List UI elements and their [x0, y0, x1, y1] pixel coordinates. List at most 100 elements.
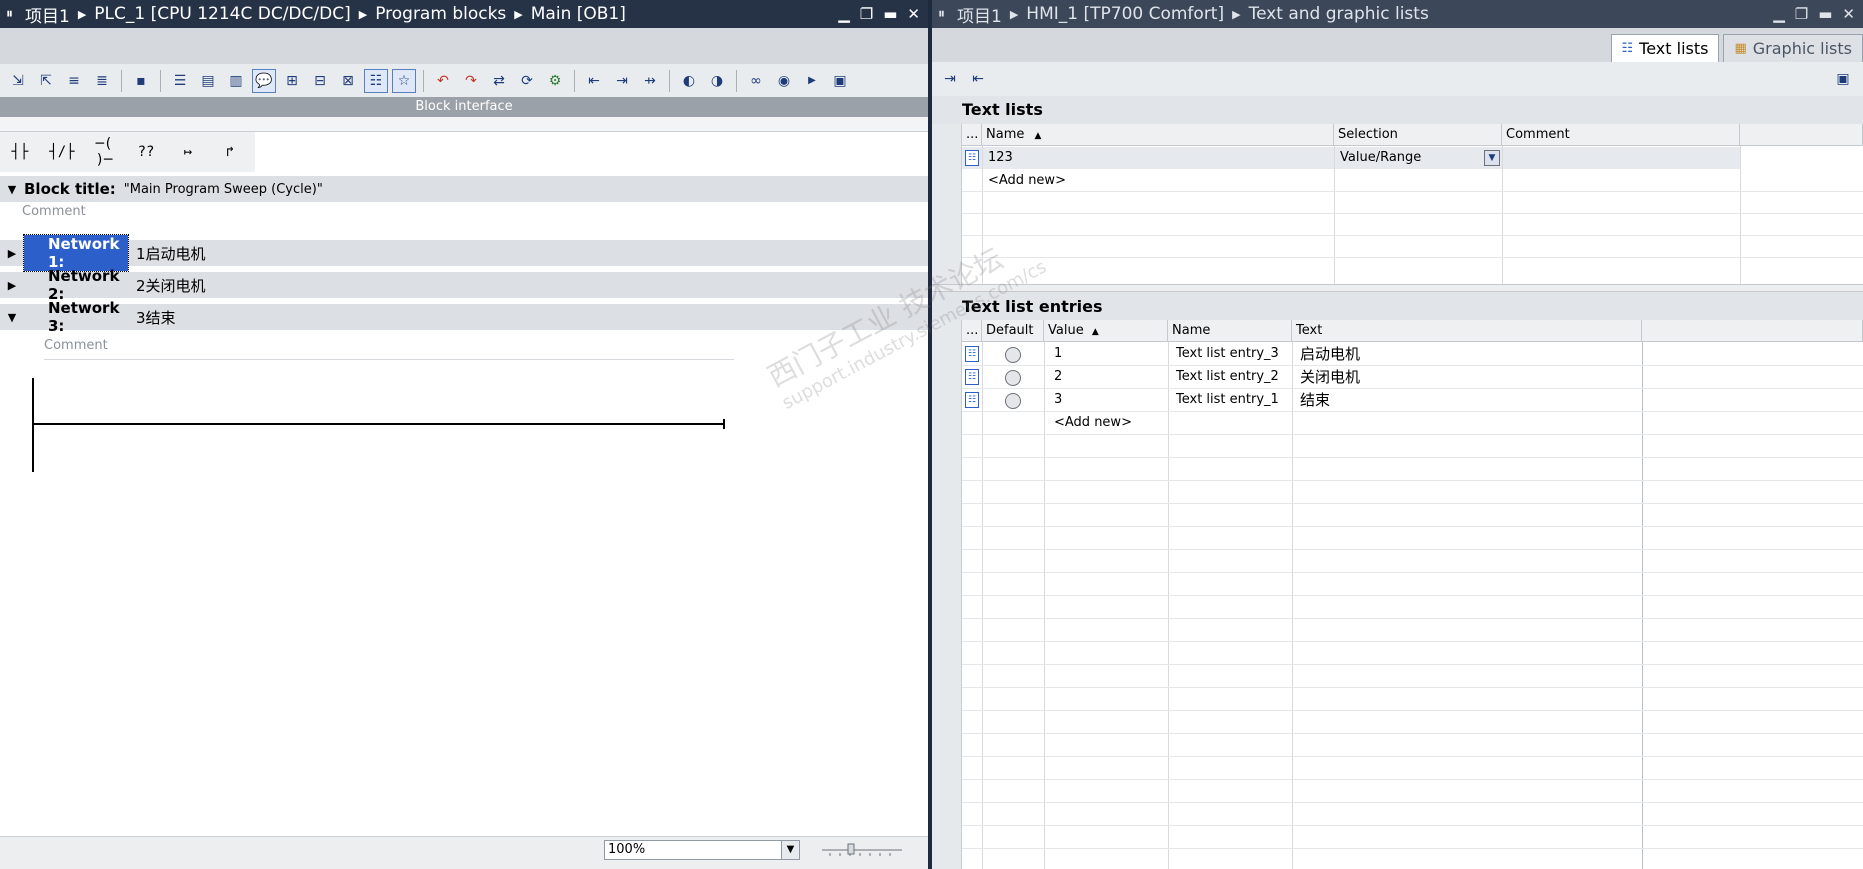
- col-header-dots[interactable]: ...: [962, 320, 982, 342]
- block-comment[interactable]: Comment: [22, 204, 86, 219]
- minimize-icon[interactable]: ▁: [838, 5, 850, 23]
- first-icon[interactable]: ⇤: [582, 69, 606, 93]
- empty-box-icon[interactable]: ??: [132, 144, 160, 160]
- splitter[interactable]: [0, 117, 928, 132]
- step-icon[interactable]: ⇥: [610, 69, 634, 93]
- col-header-dots[interactable]: ...: [962, 124, 982, 146]
- add-new-entry[interactable]: <Add new>: [1050, 412, 1132, 434]
- star-icon[interactable]: ☆: [392, 68, 416, 93]
- entry-value[interactable]: 3: [1050, 389, 1062, 411]
- default-radio[interactable]: [1005, 393, 1021, 409]
- entry-text[interactable]: 结束: [1296, 389, 1330, 411]
- text-list-selection[interactable]: Value/Range: [1336, 147, 1421, 169]
- breadcrumb-project[interactable]: 项目1: [19, 2, 76, 27]
- compile-icon[interactable]: ⚙: [543, 69, 567, 93]
- expand-triangle-icon[interactable]: ▶: [0, 279, 24, 292]
- monitor-off-icon[interactable]: ◑: [705, 69, 729, 93]
- network-2-label[interactable]: Network 2:: [24, 267, 128, 303]
- entry-text[interactable]: 关闭电机: [1296, 366, 1360, 388]
- compare-icon[interactable]: ⇄: [487, 69, 511, 93]
- open-all-icon[interactable]: ▤: [196, 69, 220, 93]
- minimize-icon[interactable]: ▁: [1773, 5, 1785, 23]
- network-2-title[interactable]: 2关闭电机: [128, 275, 206, 296]
- close-icon[interactable]: ✕: [907, 5, 920, 23]
- insert-row-icon[interactable]: ≡: [62, 69, 86, 93]
- watch-icon[interactable]: ◉: [772, 69, 796, 93]
- export-icon[interactable]: ⇥: [938, 67, 962, 91]
- breadcrumb-main-block[interactable]: Main [OB1]: [525, 4, 632, 24]
- block-title-value[interactable]: "Main Program Sweep (Cycle)": [124, 182, 323, 197]
- network-3-title[interactable]: 3结束: [128, 307, 176, 328]
- default-radio[interactable]: [1005, 370, 1021, 386]
- favorites-icon[interactable]: ⊟: [308, 69, 332, 93]
- coil-icon[interactable]: ─( )─: [90, 136, 118, 168]
- col-header-selection[interactable]: Selection: [1334, 124, 1502, 146]
- breadcrumb-plc[interactable]: PLC_1 [CPU 1214C DC/DC/DC]: [88, 4, 356, 24]
- chevron-down-icon[interactable]: ▼: [1484, 150, 1500, 166]
- pin-icon[interactable]: ⏸: [0, 6, 19, 22]
- block-title-row[interactable]: ▼ Block title: "Main Program Sweep (Cycl…: [0, 176, 928, 202]
- last-icon[interactable]: ⇸: [638, 69, 662, 93]
- tab-text-lists[interactable]: ☷ Text lists: [1610, 34, 1720, 62]
- collapse-triangle-icon[interactable]: ▼: [0, 183, 24, 196]
- add-new-text-list[interactable]: <Add new>: [984, 170, 1066, 192]
- entry-text[interactable]: 启动电机: [1296, 343, 1360, 365]
- col-header-name[interactable]: Name: [1168, 320, 1292, 342]
- open-branch-icon[interactable]: ↦: [174, 144, 202, 160]
- list-view-icon[interactable]: ☷: [364, 68, 388, 93]
- tab-graphic-lists[interactable]: ▦ Graphic lists: [1723, 34, 1863, 62]
- breadcrumb-program-blocks[interactable]: Program blocks: [369, 4, 512, 24]
- col-header-value[interactable]: Value ▲: [1044, 320, 1168, 342]
- maximize-icon[interactable]: ▬: [883, 5, 897, 23]
- more-arrow-icon[interactable]: ▶: [800, 69, 824, 93]
- network-2-row[interactable]: ▶ Network 2: 2关闭电机: [0, 267, 928, 303]
- default-radio[interactable]: [1005, 347, 1021, 363]
- text-list-name[interactable]: 123: [984, 147, 1013, 169]
- entry-value[interactable]: 2: [1050, 366, 1062, 388]
- go-error-icon[interactable]: ↶: [431, 69, 455, 93]
- network-1-row[interactable]: ▶ Network 1: 1启动电机: [0, 234, 928, 272]
- network-3-row[interactable]: ▼ Network 3: 3结束: [0, 299, 928, 335]
- update-icon[interactable]: ⟳: [515, 69, 539, 93]
- layout-icon[interactable]: ▣: [828, 69, 852, 93]
- next-error-icon[interactable]: ↷: [459, 69, 483, 93]
- breadcrumb-project[interactable]: 项目1: [951, 2, 1008, 27]
- no-contact-icon[interactable]: ┤├: [6, 144, 34, 160]
- block-interface-bar[interactable]: Block interface: [0, 97, 928, 117]
- col-header-default[interactable]: Default: [982, 320, 1044, 342]
- add-row-icon[interactable]: ≣: [90, 69, 114, 93]
- import-icon[interactable]: ⇤: [966, 67, 990, 91]
- pin-icon[interactable]: ⏸: [932, 6, 951, 22]
- expand-triangle-icon[interactable]: ▶: [0, 247, 24, 260]
- network-3-label[interactable]: Network 3:: [24, 299, 128, 335]
- col-header-text[interactable]: Text: [1292, 320, 1642, 342]
- absolute-operands-icon[interactable]: ⊞: [280, 69, 304, 93]
- zoom-slider[interactable]: [820, 842, 904, 858]
- network-1-title[interactable]: 1启动电机: [128, 243, 206, 264]
- close-all-icon[interactable]: ▥: [224, 69, 248, 93]
- splitter[interactable]: [932, 284, 1863, 292]
- breadcrumb-hmi[interactable]: HMI_1 [TP700 Comfort]: [1020, 4, 1230, 24]
- col-header-name[interactable]: Name ▲: [982, 124, 1334, 146]
- close-icon[interactable]: ✕: [1842, 5, 1855, 23]
- maximize-icon[interactable]: ▬: [1818, 5, 1832, 23]
- insert-network-icon[interactable]: ⇲: [6, 69, 30, 93]
- entry-value[interactable]: 1: [1050, 343, 1062, 365]
- col-header-comment[interactable]: Comment: [1502, 124, 1740, 146]
- align-left-icon[interactable]: ☰: [168, 69, 192, 93]
- comment-toggle-icon[interactable]: 💬: [252, 68, 276, 93]
- network-3-comment[interactable]: Comment: [44, 338, 734, 360]
- entry-name[interactable]: Text list entry_2: [1172, 366, 1279, 388]
- breadcrumb-lists[interactable]: Text and graphic lists: [1243, 4, 1435, 24]
- link-icon[interactable]: ∞: [744, 69, 768, 93]
- entry-name[interactable]: Text list entry_1: [1172, 389, 1279, 411]
- monitor-on-icon[interactable]: ◐: [677, 69, 701, 93]
- network-1-label[interactable]: Network 1:: [23, 234, 129, 272]
- collapse-triangle-icon[interactable]: ▼: [0, 311, 24, 324]
- entry-name[interactable]: Text list entry_3: [1172, 343, 1279, 365]
- restore-icon[interactable]: ❐: [860, 5, 873, 23]
- zoom-select[interactable]: 100% ▼: [604, 840, 800, 860]
- restore-icon[interactable]: ❐: [1795, 5, 1808, 23]
- nc-contact-icon[interactable]: ┤/├: [48, 144, 76, 160]
- delete-network-icon[interactable]: ⇱: [34, 69, 58, 93]
